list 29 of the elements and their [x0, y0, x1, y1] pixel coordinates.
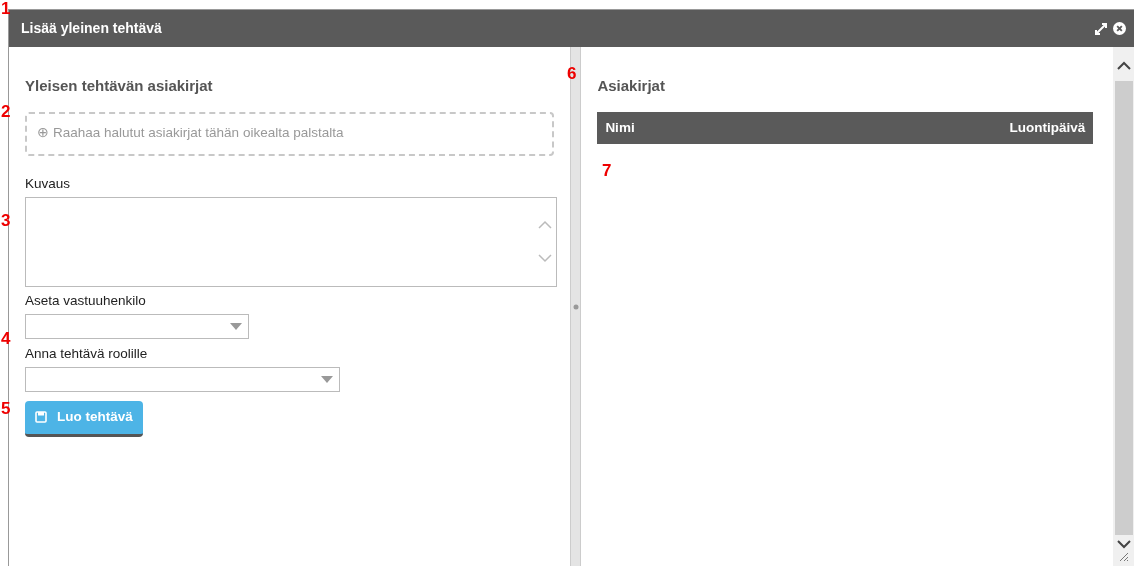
splitter-handle-icon[interactable]: [572, 303, 579, 310]
field-label: Anna tehtävä roolille: [25, 345, 149, 363]
close-icon[interactable]: [1113, 22, 1126, 35]
field-label: Aseta vastuuhenkilo: [25, 291, 147, 310]
scroll-down-icon[interactable]: [1116, 539, 1131, 549]
scroll-up-icon[interactable]: [1116, 61, 1131, 71]
dropdown-arrow-icon: [230, 323, 242, 330]
callout-number: 1: [1, 0, 11, 17]
callout-number: 5: [1, 400, 11, 417]
save-icon: [35, 411, 47, 424]
column-header[interactable]: Luontipäivä: [1009, 117, 1086, 138]
callout-number: 2: [1, 103, 11, 120]
resize-grip-icon[interactable]: [1118, 552, 1129, 562]
section-heading: Yleisen tehtävän asiakirjat: [25, 76, 214, 96]
callout-number: 4: [1, 330, 11, 347]
dropdown-arrow-icon: [321, 376, 333, 384]
dropdown-field[interactable]: [25, 314, 249, 339]
scrollbar-thumb[interactable]: [1114, 81, 1133, 535]
drop-zone-hint: Raahaa halutut asiakirjat tähän oikealta palstalta: [53, 124, 344, 143]
download-icon: ⊕: [37, 123, 49, 144]
field-label: Kuvaus: [25, 174, 72, 193]
callout-number: 6: [567, 65, 577, 82]
section-heading: Asiakirjat: [597, 76, 666, 96]
window-title: Lisää yleinen tehtävä: [21, 19, 163, 38]
callout-number: 3: [1, 212, 11, 229]
column-header[interactable]: Nimi: [605, 117, 635, 138]
callout-number: 7: [602, 162, 612, 179]
dropdown-field[interactable]: [25, 367, 340, 393]
expand-icon[interactable]: [1095, 22, 1107, 35]
